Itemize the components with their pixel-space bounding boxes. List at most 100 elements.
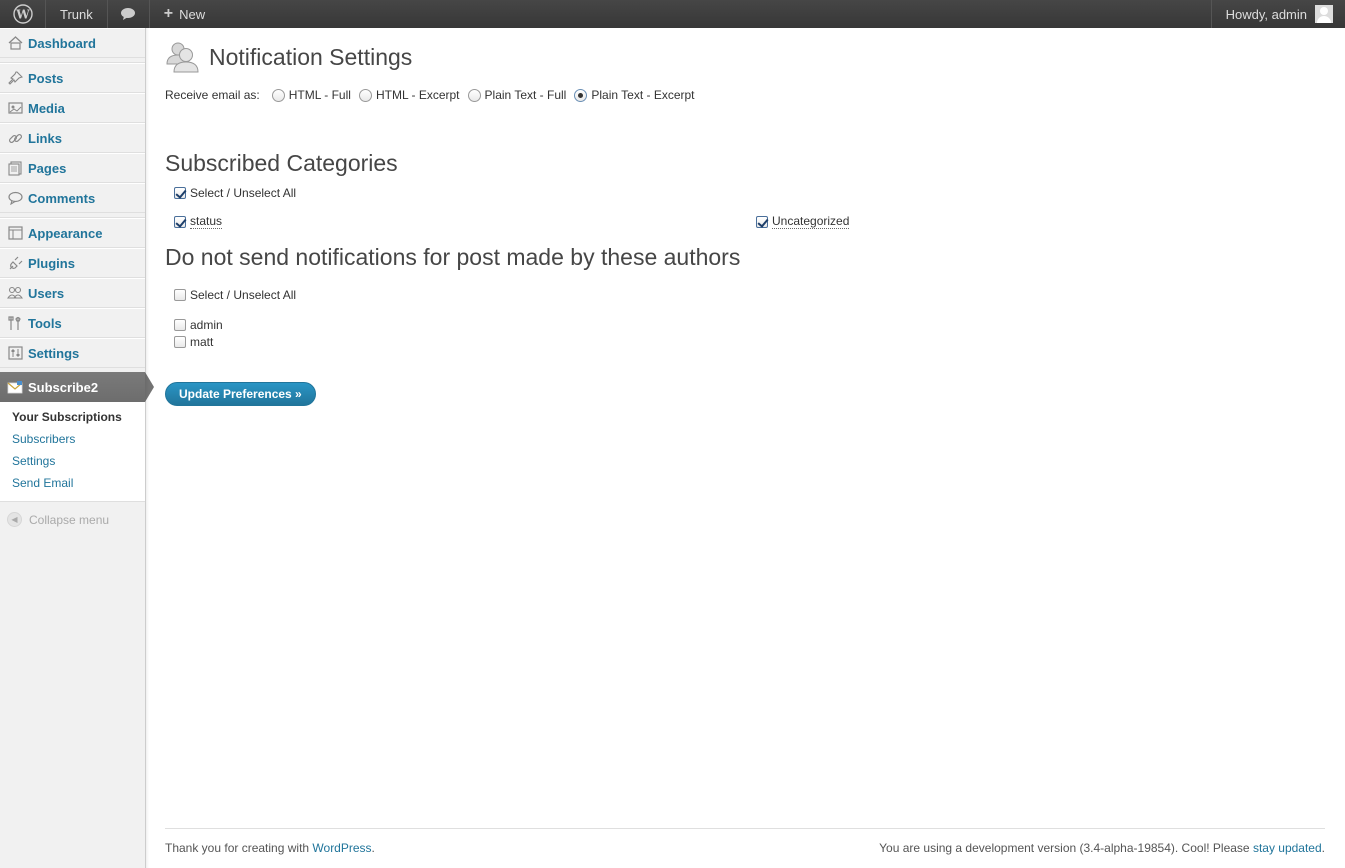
submenu-your-subscriptions[interactable]: Your Subscriptions [0, 407, 145, 429]
sidebar-item-comments[interactable]: Comments [0, 183, 145, 213]
category-status[interactable]: status [174, 214, 223, 230]
users-icon [6, 285, 24, 301]
radio-button[interactable] [467, 88, 481, 102]
site-name: Trunk [60, 6, 93, 22]
footer-thanks-text: Thank you for creating with [165, 841, 313, 855]
submenu-subscribers[interactable]: Subscribers [0, 429, 145, 451]
appearance-icon [6, 225, 24, 241]
author-matt[interactable]: matt [174, 333, 1325, 350]
category-uncategorized[interactable]: Uncategorized [756, 214, 850, 230]
stay-updated-link[interactable]: stay updated [1253, 841, 1322, 855]
checkbox[interactable] [174, 318, 186, 331]
categories-select-all[interactable]: Select / Unselect All [174, 185, 1325, 201]
sidebar-item-label: Comments [28, 190, 96, 206]
sidebar-item-label: Plugins [28, 255, 75, 271]
sidebar-item-tools[interactable]: Tools [0, 308, 145, 338]
wordpress-logo-menu[interactable]: W [0, 0, 46, 28]
sidebar-item-links[interactable]: Links [0, 123, 145, 153]
categories-list: status Uncategorized [165, 214, 1325, 230]
submenu-settings[interactable]: Settings [0, 451, 145, 473]
sidebar-item-users[interactable]: Users [0, 278, 145, 308]
sidebar-item-label: Media [28, 100, 65, 116]
wordpress-logo-icon: W [12, 4, 33, 24]
svg-text:W: W [15, 8, 30, 22]
radio-html-excerpt[interactable]: HTML - Excerpt [358, 88, 460, 102]
sidebar-item-plugins[interactable]: Plugins [0, 248, 145, 278]
sidebar-item-label: Subscribe2 [28, 379, 99, 395]
sidebar-item-label: Tools [28, 315, 62, 331]
footer-punct: . [1321, 841, 1325, 855]
sidebar-item-appearance[interactable]: Appearance [0, 218, 145, 248]
main-content: Notification Settings Receive email as: … [165, 28, 1325, 406]
sidebar-item-settings[interactable]: Settings [0, 338, 145, 368]
radio-button[interactable] [271, 88, 285, 102]
users-icon [165, 40, 201, 74]
collapse-menu-button[interactable]: ◀ Collapse menu [0, 502, 145, 527]
category-label: Uncategorized [772, 214, 850, 229]
footer-left: Thank you for creating with WordPress. [165, 841, 375, 855]
sidebar-item-label: Pages [28, 160, 67, 176]
comments-link[interactable] [108, 0, 150, 28]
email-format-label: Receive email as: [165, 88, 260, 102]
speech-bubble-icon [121, 8, 136, 20]
checkbox-label: Select / Unselect All [190, 288, 297, 302]
sidebar-item-pages[interactable]: Pages [0, 153, 145, 183]
author-label: admin [190, 317, 223, 332]
checkbox-checked[interactable] [174, 216, 186, 228]
howdy-text: Howdy, admin [1225, 6, 1307, 22]
page-header: Notification Settings [165, 40, 1325, 74]
radio-button-selected[interactable] [574, 88, 588, 102]
radio-label: Plain Text - Full [484, 88, 567, 102]
radio-button[interactable] [358, 88, 372, 102]
sidebar-item-media[interactable]: Media [0, 93, 145, 123]
admin-menu: Dashboard Posts Media Links Pages Commen… [0, 28, 154, 868]
plus-icon: + [163, 5, 174, 22]
footer-version-text: You are using a development version (3.4… [879, 841, 1253, 855]
my-account-menu[interactable]: Howdy, admin [1210, 0, 1345, 28]
speech-bubble-icon [6, 190, 24, 206]
subscribe2-submenu: Your Subscriptions Subscribers Settings … [0, 402, 145, 502]
sidebar-item-posts[interactable]: Posts [0, 63, 145, 93]
subscribed-categories-heading: Subscribed Categories [165, 150, 398, 176]
sidebar-item-label: Appearance [28, 225, 103, 241]
checkbox[interactable] [174, 289, 186, 301]
radio-label: HTML - Excerpt [375, 88, 460, 102]
house-icon [6, 35, 24, 51]
checkbox-label: Select / Unselect All [190, 186, 297, 200]
new-content-menu[interactable]: + New [150, 0, 219, 28]
submenu-send-email[interactable]: Send Email [0, 473, 145, 495]
radio-label: HTML - Full [288, 88, 351, 102]
footer-right: You are using a development version (3.4… [879, 841, 1325, 855]
sidebar-item-label: Dashboard [28, 35, 96, 51]
category-label: status [190, 214, 223, 229]
sidebar-item-dashboard[interactable]: Dashboard [0, 28, 145, 58]
radio-plain-text-excerpt[interactable]: Plain Text - Excerpt [574, 88, 695, 102]
sidebar-item-label: Links [28, 130, 62, 146]
chain-link-icon [6, 130, 24, 146]
radio-label: Plain Text - Excerpt [591, 88, 695, 102]
wordpress-link[interactable]: WordPress [312, 841, 371, 855]
update-preferences-button[interactable]: Update Preferences » [165, 382, 316, 406]
radio-html-full[interactable]: HTML - Full [271, 88, 351, 102]
checkbox-checked[interactable] [756, 216, 768, 228]
envelope-icon [6, 379, 24, 395]
tools-icon [6, 315, 24, 331]
authors-select-all[interactable]: Select / Unselect All [174, 287, 1325, 303]
checkbox[interactable] [174, 335, 186, 348]
radio-plain-text-full[interactable]: Plain Text - Full [467, 88, 567, 102]
checkbox-checked[interactable] [174, 187, 186, 199]
site-name-link[interactable]: Trunk [46, 0, 108, 28]
footer: Thank you for creating with WordPress. Y… [165, 828, 1325, 855]
sidebar-item-label: Settings [28, 345, 80, 361]
excluded-authors-heading: Do not send notifications for post made … [165, 244, 741, 270]
footer-punct: . [371, 841, 375, 855]
sidebar-item-label: Users [28, 285, 65, 301]
page-icon [6, 160, 24, 176]
page-title: Notification Settings [209, 43, 413, 70]
authors-list: admin matt [165, 316, 1325, 350]
sidebar-item-subscribe2[interactable]: Subscribe2 [0, 372, 154, 402]
media-icon [6, 100, 24, 116]
author-admin[interactable]: admin [174, 316, 1325, 333]
email-format-row: Receive email as: HTML - Full HTML - Exc… [165, 86, 1325, 104]
plug-icon [6, 255, 24, 271]
